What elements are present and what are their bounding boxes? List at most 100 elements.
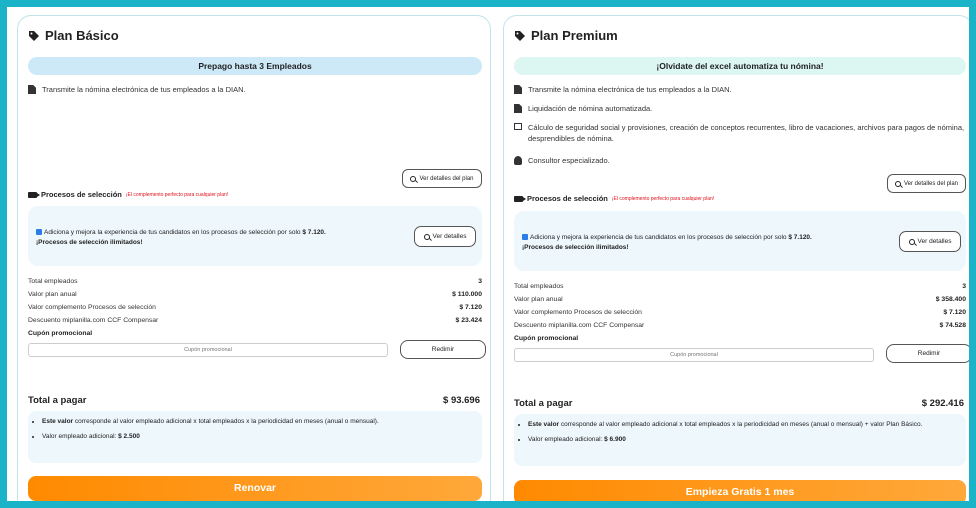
tag-icon — [515, 30, 525, 41]
summary-row: Valor complemento Procesos de selección $… — [28, 301, 482, 314]
plan-premium-title-row: Plan Premium — [514, 28, 618, 43]
proc-price: $ 7.120. — [302, 229, 326, 236]
video-camera-icon — [28, 191, 40, 198]
summary-value: 3 — [962, 283, 966, 290]
start-free-button[interactable]: Empieza Gratis 1 mes — [514, 480, 966, 501]
note-bold: Este valor — [528, 421, 560, 428]
note-value: $ 6.900 — [604, 436, 626, 443]
summary-row: Descuento miplanilla.com CCF Compensar $ … — [514, 319, 966, 332]
search-icon — [894, 180, 901, 187]
summary-label: Valor complemento Procesos de selección — [514, 309, 642, 316]
total-value: $ 93.696 — [443, 395, 480, 406]
proc-addon-text: Adiciona y mejora la experiencia de tus … — [522, 233, 812, 253]
pricing-notes: Este valor corresponde al valor empleado… — [28, 411, 482, 463]
coupon-input[interactable] — [514, 348, 874, 362]
pricing-notes: Este valor corresponde al valor empleado… — [514, 414, 966, 466]
summary-row: Total empleados 3 — [28, 275, 482, 288]
proc-title: Procesos de selección — [527, 194, 608, 203]
proc-description: Adiciona y mejora la experiencia de tus … — [44, 229, 301, 236]
total-label: Total a pagar — [28, 395, 87, 406]
total-row: Total a pagar $ 292.416 — [514, 398, 964, 409]
proc-addon-text: Adiciona y mejora la experiencia de tus … — [36, 228, 326, 248]
redeem-button[interactable]: Redimir — [400, 340, 486, 359]
document-icon — [514, 85, 522, 94]
proc-details-button[interactable]: Ver detalles — [899, 231, 961, 252]
summary-value: $ 358.400 — [935, 296, 966, 303]
checkbox[interactable] — [36, 229, 42, 235]
proc-title: Procesos de selección — [41, 190, 122, 199]
proc-details-button[interactable]: Ver detalles — [414, 226, 476, 247]
coupon-label: Cupón promocional — [514, 335, 579, 342]
video-camera-icon — [514, 195, 526, 202]
plan-details-button[interactable]: Ver detalles del plan — [887, 174, 966, 193]
table-icon — [514, 123, 522, 130]
plan-details-button-label: Ver detalles del plan — [419, 175, 474, 182]
checkbox[interactable] — [522, 234, 528, 240]
summary-label: Total empleados — [514, 283, 564, 290]
proc-addon-box: Adiciona y mejora la experiencia de tus … — [514, 211, 966, 271]
summary-label: Valor plan anual — [28, 291, 77, 298]
feature-text: Transmite la nómina electrónica de tus e… — [42, 85, 246, 94]
user-plus-icon — [514, 156, 522, 165]
feature-text: Transmite la nómina electrónica de tus e… — [528, 85, 732, 94]
feature-item: Cálculo de seguridad social y provisione… — [514, 122, 969, 144]
search-icon — [410, 175, 417, 182]
plan-details-button-label: Ver detalles del plan — [903, 180, 959, 187]
summary-label: Descuento miplanilla.com CCF Compensar — [514, 322, 645, 329]
coupon-label: Cupón promocional — [28, 330, 93, 337]
plan-details-button[interactable]: Ver detalles del plan — [402, 169, 482, 188]
proc-addon-box: Adiciona y mejora la experiencia de tus … — [28, 206, 482, 266]
summary-value: $ 74.528 — [939, 322, 966, 329]
price-summary: Total empleados 3 Valor plan anual $ 110.0… — [28, 275, 482, 327]
summary-row: Total empleados 3 — [514, 280, 966, 293]
plan-premium-card: Plan Premium ¡Olvidate del excel automat… — [503, 15, 969, 501]
document-icon — [28, 85, 36, 94]
note-label: Valor empleado adicional: — [42, 433, 117, 440]
summary-value: $ 23.424 — [455, 317, 482, 324]
plan-basic-title: Plan Básico — [45, 28, 119, 43]
feature-text: Consultor especializado. — [528, 156, 610, 165]
summary-value: $ 7.120 — [943, 309, 966, 316]
search-icon — [423, 233, 430, 240]
note-text: corresponde al valor empleado adicional … — [560, 421, 923, 428]
plan-basic-title-row: Plan Básico — [28, 28, 119, 43]
note-bold: Este valor — [42, 418, 74, 425]
total-label: Total a pagar — [514, 398, 573, 409]
note-text: corresponde al valor empleado adicional … — [74, 418, 379, 425]
proc-unlimited: ¡Procesos de selección ilimitados! — [522, 244, 629, 251]
summary-row: Valor plan anual $ 358.400 — [514, 293, 966, 306]
summary-label: Valor complemento Procesos de selección — [28, 304, 156, 311]
renew-button[interactable]: Renovar — [28, 476, 482, 501]
proc-price: $ 7.120. — [788, 234, 812, 241]
summary-value: $ 110.000 — [452, 291, 482, 298]
note-label: Valor empleado adicional: — [528, 436, 603, 443]
summary-row: Valor plan anual $ 110.000 — [28, 288, 482, 301]
summary-label: Descuento miplanilla.com CCF Compensar — [28, 317, 159, 324]
plan-premium-banner: ¡Olvidate del excel automatiza tu nómina… — [514, 57, 966, 75]
proc-tagline: ¡El complemento perfecto para cualquier … — [125, 191, 229, 198]
total-row: Total a pagar $ 93.696 — [28, 395, 480, 406]
proc-tagline: ¡El complemento perfecto para cualquier … — [611, 195, 715, 202]
proc-heading: Procesos de selección ¡El complemento pe… — [514, 194, 714, 203]
feature-item: Transmite la nómina electrónica de tus e… — [28, 84, 246, 95]
summary-value: 3 — [478, 278, 482, 285]
proc-details-button-label: Ver detalles — [432, 233, 467, 240]
summary-row: Valor complemento Procesos de selección $… — [514, 306, 966, 319]
summary-label: Total empleados — [28, 278, 78, 285]
note-value: $ 2.500 — [118, 433, 140, 440]
summary-row: Descuento miplanilla.com CCF Compensar $ … — [28, 314, 482, 327]
note-item: Este valor corresponde al valor empleado… — [42, 417, 482, 426]
proc-details-button-label: Ver detalles — [917, 238, 952, 245]
plan-premium-title: Plan Premium — [531, 28, 618, 43]
search-icon — [908, 238, 915, 245]
note-item: Valor empleado adicional: $ 6.900 — [528, 435, 966, 444]
plan-basic-banner: Prepago hasta 3 Empleados — [28, 57, 482, 75]
proc-unlimited: ¡Procesos de selección ilimitados! — [36, 239, 143, 246]
redeem-button[interactable]: Redimir — [886, 344, 969, 363]
proc-description: Adiciona y mejora la experiencia de tus … — [530, 234, 787, 241]
proc-heading: Procesos de selección ¡El complemento pe… — [28, 190, 228, 199]
summary-value: $ 7.120 — [459, 304, 482, 311]
coupon-input[interactable] — [28, 343, 388, 357]
feature-item: Consultor especializado. — [514, 155, 610, 166]
total-value: $ 292.416 — [921, 398, 964, 409]
